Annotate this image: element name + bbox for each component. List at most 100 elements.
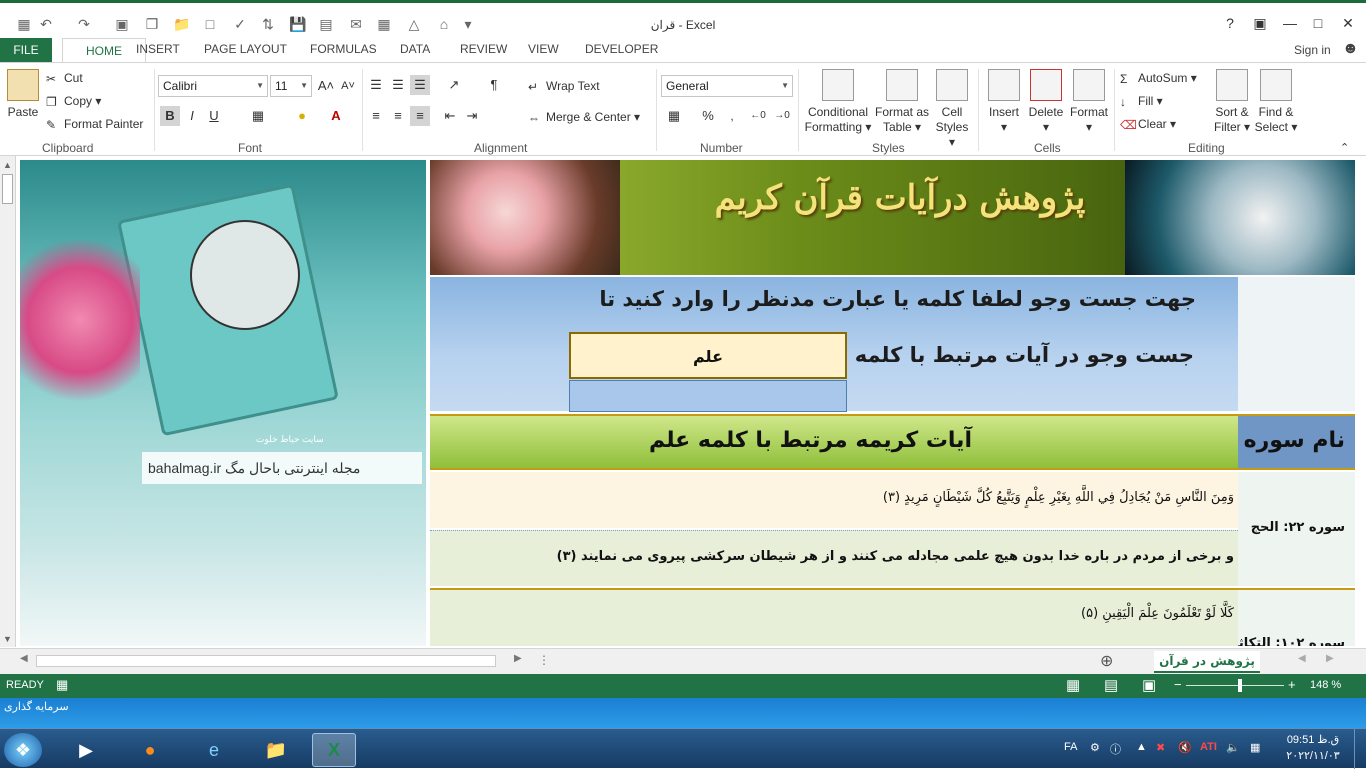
tab-developer[interactable]: DEVELOPER — [585, 42, 658, 56]
start-button[interactable]: ❖ — [4, 733, 42, 767]
tab-view[interactable]: VIEW — [528, 42, 559, 56]
decrease-decimal-icon[interactable]: →0 — [772, 106, 792, 126]
network-error-icon[interactable]: ✖ — [1156, 741, 1165, 754]
grow-font-button[interactable]: A˄ — [316, 76, 336, 96]
comma-style-icon[interactable]: , — [722, 106, 742, 126]
fill-color-icon[interactable]: ● — [292, 106, 312, 126]
macro-record-icon[interactable]: ▦ — [56, 677, 68, 693]
clock-date[interactable]: ۲۰۲۲/۱۱/۰۳ — [1280, 749, 1346, 762]
show-desktop-button[interactable] — [1354, 729, 1366, 769]
selected-cell[interactable] — [569, 380, 847, 412]
collapse-ribbon-icon[interactable]: ⌃ — [1340, 141, 1349, 154]
merge-center-button[interactable]: ⇔ Merge & Center ▾ — [528, 110, 640, 125]
orientation-icon[interactable]: ↗ — [444, 75, 464, 95]
format-cells-button[interactable]: Format ▾ — [1068, 69, 1110, 135]
wrap-text-button[interactable]: ↵ Wrap Text — [528, 79, 600, 94]
percent-button[interactable]: % — [698, 106, 718, 126]
align-bottom-icon[interactable]: ☰ — [410, 75, 430, 95]
number-format-select[interactable]: General ▼ — [661, 75, 793, 97]
speaker-muted-icon[interactable]: 🔇 — [1178, 741, 1192, 754]
font-size-select[interactable]: 11 ▼ — [270, 75, 312, 97]
vertical-scrollbar[interactable]: ▲ ▼ — [0, 156, 16, 647]
sort-filter-button[interactable]: Sort & Filter ▾ — [1210, 69, 1254, 135]
ati-icon[interactable]: ATI — [1200, 741, 1217, 753]
horizontal-scrollbar[interactable] — [36, 655, 496, 667]
insert-cells-button[interactable]: Insert ▾ — [984, 69, 1024, 135]
close-button[interactable]: ✕ — [1336, 15, 1360, 33]
minimize-button[interactable]: — — [1278, 15, 1302, 33]
table-row[interactable]: وَمِنَ النَّاسِ مَنْ يُجَادِلُ فِي اللَّ… — [430, 472, 1238, 528]
zoom-slider[interactable] — [1186, 685, 1284, 686]
scroll-thumb[interactable] — [2, 174, 13, 204]
internet-explorer-icon[interactable]: e — [192, 733, 236, 767]
scroll-left-icon[interactable]: ◀ — [20, 653, 28, 664]
zoom-in-button[interactable]: + — [1288, 677, 1296, 692]
volume-icon[interactable]: 🔈 — [1226, 741, 1240, 754]
sheet-tab[interactable]: پژوهش در قرآن — [1154, 651, 1260, 673]
help-button[interactable]: ? — [1218, 15, 1242, 33]
clear-button[interactable]: ⌫Clear ▾ — [1120, 117, 1176, 132]
tray-settings-icon[interactable]: ⚙ — [1090, 741, 1100, 754]
maximize-button[interactable]: □ — [1306, 15, 1330, 33]
fill-button[interactable]: ↓ Fill ▾ — [1120, 94, 1163, 109]
clock-time[interactable]: ق.ظ 09:51 — [1280, 733, 1346, 746]
split-handle-icon[interactable]: ⋮ — [538, 653, 550, 667]
tab-data[interactable]: DATA — [400, 42, 430, 56]
scroll-down-icon[interactable]: ▼ — [3, 634, 12, 644]
increase-decimal-icon[interactable]: ←0 — [748, 106, 768, 126]
table-row[interactable]: و برخی از مردم در باره خدا بدون هیچ علمی… — [430, 530, 1238, 586]
zoom-out-button[interactable]: − — [1174, 677, 1182, 692]
conditional-formatting-button[interactable]: Conditional Formatting ▾ — [804, 69, 872, 135]
cell-styles-button[interactable]: Cell Styles ▾ — [932, 69, 972, 150]
shrink-font-button[interactable]: A˅ — [338, 76, 358, 96]
bold-button[interactable]: B — [160, 106, 180, 126]
align-top-icon[interactable]: ☰ — [366, 75, 386, 95]
tab-insert[interactable]: INSERT — [136, 42, 180, 56]
align-middle-icon[interactable]: ☰ — [388, 75, 408, 95]
rtl-direction-icon[interactable]: ¶ — [484, 75, 504, 95]
prev-sheet-icon[interactable]: ◀ — [1298, 653, 1306, 664]
font-name-select[interactable]: Calibri ▼ — [158, 75, 268, 97]
align-center-icon[interactable]: ≡ — [388, 106, 408, 126]
network-icon[interactable]: ▦ — [1250, 741, 1260, 754]
ribbon-options-icon[interactable]: ▣ — [1248, 15, 1272, 33]
media-player-icon[interactable]: ▶ — [64, 733, 108, 767]
tab-review[interactable]: REVIEW — [460, 42, 507, 56]
italic-button[interactable]: I — [182, 106, 202, 126]
font-color-icon[interactable]: A — [326, 106, 346, 126]
find-select-button[interactable]: Find & Select ▾ — [1254, 69, 1298, 135]
zoom-level[interactable]: 148 % — [1310, 679, 1341, 691]
table-row[interactable]: كَلَّا لَوْ تَعْلَمُونَ عِلْمَ الْيَقِين… — [430, 588, 1238, 646]
scroll-up-icon[interactable]: ▲ — [3, 160, 12, 170]
borders-icon[interactable]: ▦ — [248, 106, 268, 126]
autosum-button[interactable]: Σ AutoSum ▾ — [1120, 71, 1197, 86]
language-indicator[interactable]: FA — [1064, 741, 1077, 753]
align-left-icon[interactable]: ≡ — [366, 106, 386, 126]
new-sheet-icon[interactable]: ⊕ — [1100, 651, 1113, 671]
avatar[interactable]: ☻ — [1342, 40, 1359, 58]
sign-in-link[interactable]: Sign in — [1294, 43, 1331, 57]
format-painter-button[interactable]: ✎ Format Painter — [46, 117, 143, 132]
zoom-slider-thumb[interactable] — [1238, 679, 1242, 692]
delete-cells-button[interactable]: Delete ▾ — [1026, 69, 1066, 135]
increase-indent-icon[interactable]: ⇥ — [462, 106, 482, 126]
search-input[interactable]: علم — [569, 332, 847, 379]
format-as-table-button[interactable]: Format as Table ▾ — [874, 69, 930, 135]
decrease-indent-icon[interactable]: ⇤ — [440, 106, 460, 126]
firefox-icon[interactable]: ● — [128, 733, 172, 767]
file-explorer-icon[interactable]: 📁 — [254, 733, 298, 767]
tab-formulas[interactable]: FORMULAS — [310, 42, 377, 56]
tray-help-icon[interactable]: ⓘ — [1110, 741, 1121, 757]
tab-file[interactable]: FILE — [0, 38, 52, 62]
sura-cell[interactable]: سوره ۲۲: الحج — [1238, 472, 1355, 586]
page-break-view-icon[interactable]: ▣ — [1142, 676, 1156, 694]
cut-button[interactable]: ✂ Cut — [46, 71, 83, 86]
desktop-label[interactable]: سرمایه گذاری — [4, 700, 69, 713]
excel-taskbar-icon[interactable]: X — [312, 733, 356, 767]
show-hidden-icons[interactable]: ▲ — [1136, 741, 1147, 753]
paste-button[interactable]: Paste — [6, 69, 40, 120]
underline-button[interactable]: U — [204, 106, 224, 126]
copy-button[interactable]: ❐ Copy ▾ — [46, 94, 101, 109]
align-right-icon[interactable]: ≡ — [410, 106, 430, 126]
normal-view-icon[interactable]: ▦ — [1066, 676, 1080, 694]
